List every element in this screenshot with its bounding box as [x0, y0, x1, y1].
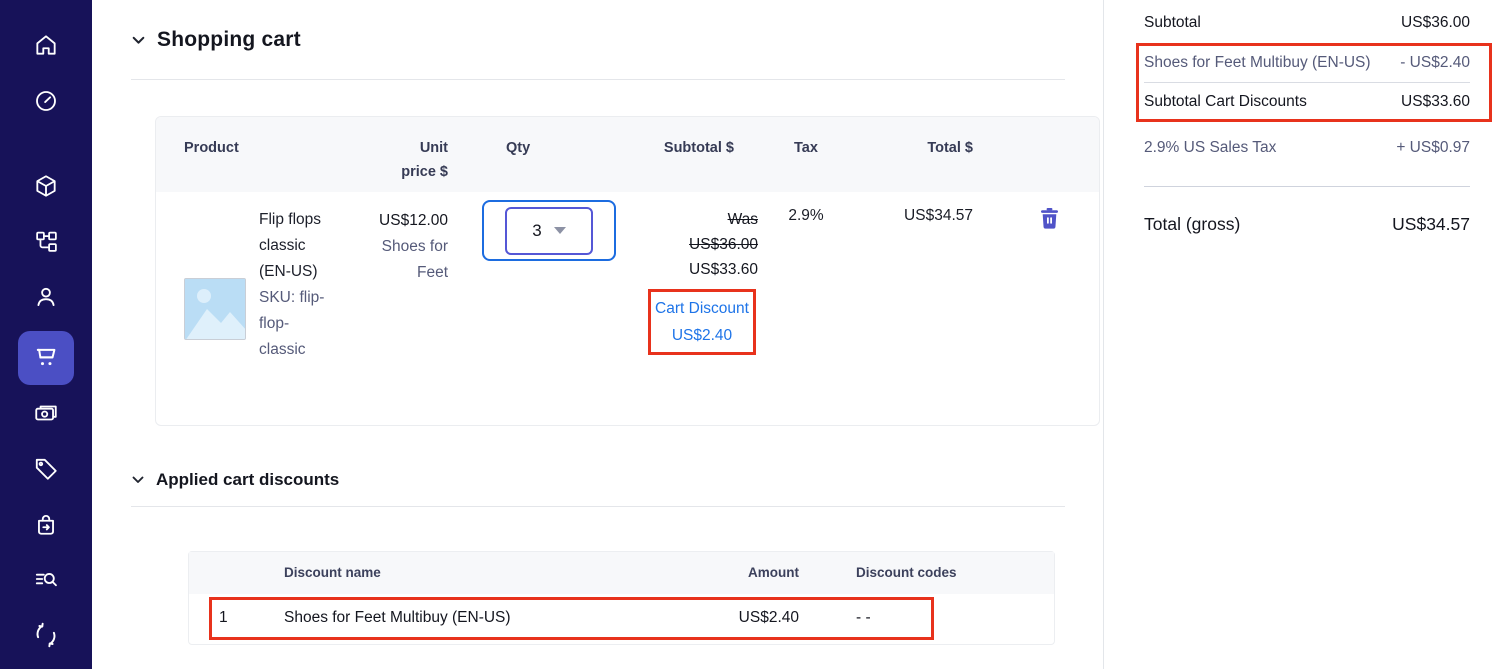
discounts-table-header-row: Discount name Amount Discount codes [189, 552, 1054, 594]
col-header-total: Total $ [850, 117, 1000, 192]
page-title: Shopping cart [157, 28, 301, 52]
product-name-block: Flip flops classic (EN-US) SKU: flip-flo… [246, 192, 334, 363]
summary-discount-value: - US$2.40 [1400, 50, 1470, 76]
line-item-row: Flip flops classic (EN-US) SKU: flip-flo… [156, 192, 1099, 425]
discounts-section-header: Applied cart discounts [131, 470, 1065, 490]
sidebar-item-carts[interactable] [18, 331, 74, 385]
subtotal-discounts-value: US$33.60 [1401, 89, 1470, 115]
trash-icon[interactable] [1041, 208, 1058, 230]
subtotal-row: Subtotal US$36.00 [1144, 10, 1470, 36]
col-header-discount-name: Discount name [284, 552, 644, 594]
collapse-chevron-icon[interactable] [131, 473, 145, 487]
product-cell: Flip flops classic (EN-US) SKU: flip-flo… [156, 192, 336, 425]
sidebar-item-home[interactable] [22, 24, 70, 66]
cart-icon [32, 344, 60, 372]
col-header-discount-codes: Discount codes [799, 552, 1054, 594]
discount-codes: - - [799, 594, 1054, 644]
product-name: Flip flops classic (EN-US) [259, 211, 321, 280]
customers-icon [33, 284, 59, 310]
sales-tax-value: + US$0.97 [1396, 135, 1470, 161]
col-header-qty: Qty [454, 117, 622, 192]
audit-search-icon [33, 566, 59, 592]
summary-discount-name: Shoes for Feet Multibuy (EN-US) [1144, 50, 1382, 76]
subtotal-discounted: US$33.60 [622, 257, 758, 282]
quantity-dropdown[interactable]: 3 [505, 207, 593, 255]
collapse-chevron-icon[interactable] [131, 33, 146, 48]
sidebar [0, 0, 92, 669]
subtotal-value: US$36.00 [1401, 10, 1470, 36]
qty-cell: 3 [454, 192, 622, 425]
discounts-icon [33, 456, 59, 482]
divider [131, 506, 1065, 507]
divider [1144, 82, 1470, 83]
sync-icon [33, 622, 59, 648]
total-gross-row: Total (gross) US$34.57 [1144, 211, 1470, 237]
sidebar-item-payments[interactable] [22, 392, 70, 434]
cart-discount-annotation-box: Cart Discount US$2.40 [648, 289, 756, 355]
product-sku: SKU: flip-flop-classic [259, 289, 324, 358]
subtotal-cell: Was US$36.00 US$33.60 Cart Discount US$2… [622, 192, 762, 425]
sidebar-item-checkout[interactable] [22, 503, 70, 545]
categories-icon [34, 229, 59, 254]
total-gross-label: Total (gross) [1144, 211, 1240, 237]
delete-cell [1000, 192, 1099, 425]
sidebar-item-categories[interactable] [22, 220, 70, 262]
discounts-section-title: Applied cart discounts [156, 470, 339, 490]
sidebar-item-discounts[interactable] [22, 447, 70, 489]
divider [1144, 186, 1470, 187]
unit-price-value: US$12.00 [336, 208, 448, 234]
total-gross-value: US$34.57 [1392, 211, 1470, 237]
summary-discount-annotation-box: Shoes for Feet Multibuy (EN-US) - US$2.4… [1136, 43, 1492, 122]
total-cell: US$34.57 [850, 192, 1000, 425]
discount-amount: US$2.40 [644, 594, 799, 644]
subtotal-discounts-row: Subtotal Cart Discounts US$33.60 [1144, 89, 1470, 115]
home-icon [33, 32, 59, 58]
discount-name: Shoes for Feet Multibuy (EN-US) [284, 594, 644, 644]
price-source: Shoes for Feet [372, 234, 448, 286]
sales-tax-label: 2.9% US Sales Tax [1144, 135, 1276, 161]
summary-discount-row: Shoes for Feet Multibuy (EN-US) - US$2.4… [1144, 50, 1470, 76]
products-icon [33, 173, 59, 199]
col-header-subtotal: Subtotal $ [622, 117, 762, 192]
cart-line-items-table: Product Unit price $ Qty Subtotal $ Tax … [155, 116, 1100, 426]
sidebar-item-products[interactable] [22, 165, 70, 207]
discount-row[interactable]: 1 Shoes for Feet Multibuy (EN-US) US$2.4… [189, 594, 1054, 644]
cart-table-header-row: Product Unit price $ Qty Subtotal $ Tax … [156, 117, 1099, 192]
sidebar-item-customers[interactable] [22, 276, 70, 318]
col-header-unit-price: Unit price $ [336, 117, 454, 192]
tax-cell: 2.9% [762, 192, 850, 425]
sidebar-item-audit-log[interactable] [22, 558, 70, 600]
qty-focus-ring: 3 [482, 200, 616, 261]
order-summary-panel: Subtotal US$36.00 Shoes for Feet Multibu… [1103, 0, 1508, 669]
applied-discounts-table: Discount name Amount Discount codes 1 Sh… [188, 551, 1055, 645]
dashboard-icon [33, 88, 59, 114]
col-header-product: Product [156, 117, 336, 192]
payments-icon [33, 400, 59, 426]
image-placeholder-icon [184, 278, 246, 340]
subtotal-original-strikethrough: Was US$36.00 [678, 207, 758, 257]
quantity-value: 3 [532, 221, 541, 241]
checkout-icon [33, 511, 59, 537]
discount-row-index: 1 [189, 594, 284, 644]
subtotal-label: Subtotal [1144, 10, 1201, 36]
sidebar-item-dashboard[interactable] [22, 79, 70, 121]
main-content: Shopping cart Product Unit price $ Qty S… [92, 0, 1103, 669]
cart-discount-link[interactable]: Cart Discount US$2.40 [655, 300, 749, 344]
subtotal-discounts-label: Subtotal Cart Discounts [1144, 89, 1307, 115]
sales-tax-row: 2.9% US Sales Tax + US$0.97 [1144, 135, 1470, 161]
col-header-amount: Amount [644, 552, 799, 594]
sidebar-item-sync[interactable] [22, 614, 70, 656]
col-header-tax: Tax [762, 117, 850, 192]
unit-price-cell: US$12.00 Shoes for Feet [336, 192, 454, 425]
product-image [184, 278, 246, 340]
cart-section-header: Shopping cart [131, 28, 1065, 52]
chevron-down-icon [554, 227, 566, 234]
divider [131, 79, 1065, 80]
